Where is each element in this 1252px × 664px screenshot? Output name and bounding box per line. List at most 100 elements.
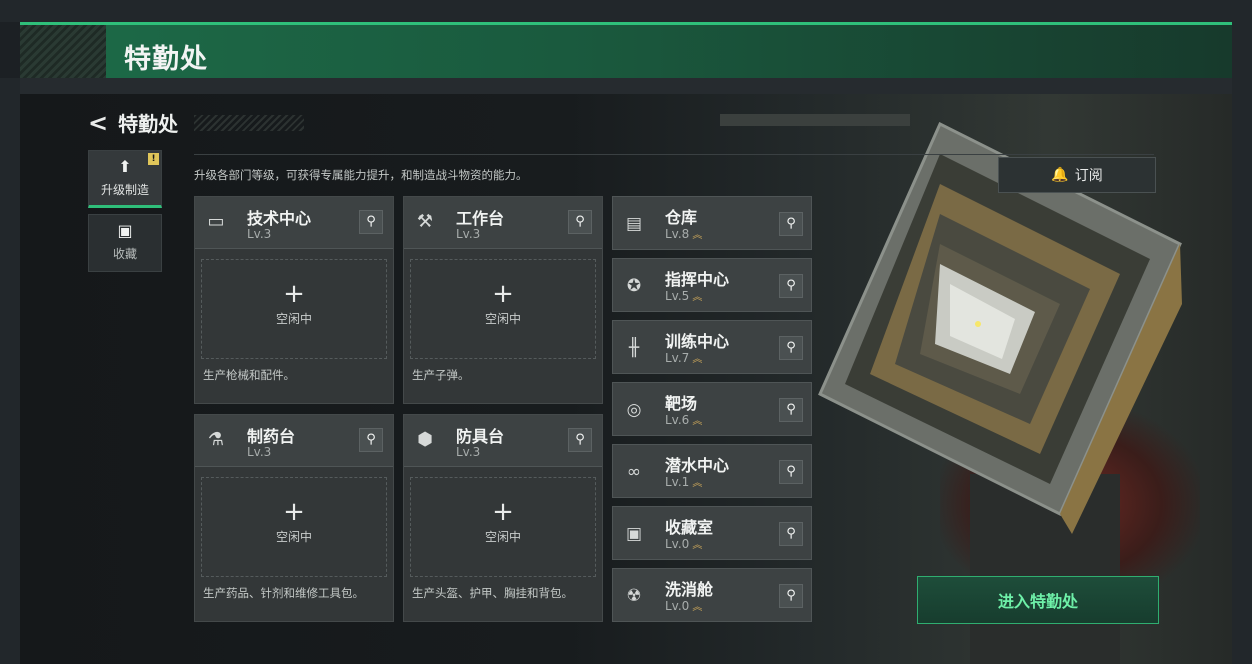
facility-name: 训练中心: [665, 332, 730, 351]
card-header[interactable]: ⚗ 制药台 Lv.3 ⚲: [195, 415, 393, 467]
header-rule: [194, 154, 1154, 155]
plus-icon: +: [492, 497, 514, 527]
card-description: 生产药品、针剂和维修工具包。: [203, 586, 364, 600]
search-icon[interactable]: ⚲: [779, 336, 803, 360]
window-left-frame: [0, 78, 20, 664]
facility-shooting-range[interactable]: ◎ 靶场 Lv.6 ︽ ⚲: [612, 382, 812, 436]
search-icon[interactable]: ⚲: [779, 274, 803, 298]
facility-level: Lv.1: [665, 475, 690, 489]
radiation-icon: ☢: [626, 586, 642, 606]
card-name: 制药台: [247, 427, 296, 446]
facility-level: Lv.7: [665, 351, 690, 365]
subscribe-button[interactable]: 🔔 订阅: [998, 157, 1156, 193]
facility-warehouse[interactable]: ▤ 仓库 Lv.8 ︽ ⚲: [612, 196, 812, 250]
subscribe-label: 订阅: [1074, 168, 1103, 184]
facility-name: 收藏室: [665, 518, 714, 537]
facility-command-center[interactable]: ✪ 指挥中心 Lv.5 ︽ ⚲: [612, 258, 812, 312]
facility-training-center[interactable]: ╫ 训练中心 Lv.7 ︽ ⚲: [612, 320, 812, 374]
tab-collection[interactable]: ▣ 收藏: [88, 214, 162, 272]
facility-level: Lv.0: [665, 537, 690, 551]
idle-slot[interactable]: + 空闲中: [201, 259, 387, 359]
microscope-icon: ⚗: [207, 429, 225, 450]
alert-badge: !: [148, 153, 159, 165]
idle-status: 空闲中: [275, 530, 312, 544]
command-icon: ✪: [626, 276, 642, 296]
plus-icon: +: [283, 497, 305, 527]
back-label: 特勤处: [118, 112, 179, 136]
facility-level: Lv.6: [665, 413, 690, 427]
facility-level: Lv.8: [665, 227, 690, 241]
facility-name: 仓库: [665, 208, 698, 227]
tools-icon: ⚒: [416, 211, 434, 232]
search-icon[interactable]: ⚲: [779, 522, 803, 546]
plus-icon: +: [283, 279, 305, 309]
search-icon[interactable]: ⚲: [779, 398, 803, 422]
dumbbell-icon: ╫: [628, 338, 640, 358]
section-description: 升级各部门等级，可获得专属能力提升，和制造战斗物资的能力。: [194, 168, 528, 182]
window-right-frame: [1232, 0, 1252, 664]
search-icon[interactable]: ⚲: [568, 210, 592, 234]
warehouse-icon: ▤: [625, 214, 643, 234]
card-name: 技术中心: [247, 209, 312, 228]
title-bar: 特勤处: [20, 22, 1232, 78]
facility-level-row: Lv.5 ︽: [665, 288, 702, 303]
card-level: Lv.3: [247, 227, 272, 241]
workstation-card-tech-center: ▭ 技术中心 Lv.3 ⚲ + 空闲中 生产枪械和配件。: [194, 196, 394, 404]
display-case-icon: ▣: [625, 524, 643, 544]
card-header[interactable]: ⬢ 防具台 Lv.3 ⚲: [404, 415, 602, 467]
facility-level: Lv.5: [665, 289, 690, 303]
search-icon[interactable]: ⚲: [779, 460, 803, 484]
enter-special-ops-button[interactable]: 进入特勤处: [917, 576, 1159, 624]
card-level: Lv.3: [247, 445, 272, 459]
upgrade-chevron-icon: ︽: [692, 230, 703, 241]
armor-icon: ⬢: [417, 429, 433, 450]
search-icon[interactable]: ⚲: [359, 428, 383, 452]
upgrade-chevron-icon: ︽: [692, 416, 703, 427]
facility-level-row: Lv.1 ︽: [665, 474, 702, 489]
monitor-icon: ▭: [207, 211, 225, 232]
page-title: 特勤处: [124, 44, 208, 75]
card-header[interactable]: ⚒ 工作台 Lv.3 ⚲: [404, 197, 602, 249]
upgrade-chevron-icon: ︽: [692, 540, 703, 551]
search-icon[interactable]: ⚲: [779, 584, 803, 608]
collection-icon: ▣: [117, 221, 133, 240]
idle-status: 空闲中: [484, 530, 521, 544]
tab-label: 升级制造: [100, 183, 149, 197]
title-hatch: [20, 25, 106, 78]
search-icon[interactable]: ⚲: [779, 212, 803, 236]
upgrade-chevron-icon: ︽: [692, 602, 703, 613]
facility-level-row: Lv.7 ︽: [665, 350, 702, 365]
header-separator: [20, 78, 1232, 94]
facility-decontamination[interactable]: ☢ 洗消舱 Lv.0 ︽ ⚲: [612, 568, 812, 622]
main-content: < 特勤处 ! ⬆ 升级制造 ▣ 收藏 升级各部门等级，可获得专属能力提升，和制…: [20, 94, 1232, 664]
back-hatch: [194, 114, 305, 131]
idle-slot[interactable]: + 空闲中: [410, 477, 596, 577]
tab-upgrade-manufacture[interactable]: ! ⬆ 升级制造: [88, 150, 162, 208]
card-description: 生产子弹。: [412, 368, 470, 382]
facility-level-row: Lv.0 ︽: [665, 536, 702, 551]
card-header[interactable]: ▭ 技术中心 Lv.3 ⚲: [195, 197, 393, 249]
facility-collection-room[interactable]: ▣ 收藏室 Lv.0 ︽ ⚲: [612, 506, 812, 560]
facility-level-row: Lv.0 ︽: [665, 598, 702, 613]
search-icon[interactable]: ⚲: [568, 428, 592, 452]
card-level: Lv.3: [456, 445, 481, 459]
idle-status: 空闲中: [275, 312, 312, 326]
facility-diving-center[interactable]: ∞ 潜水中心 Lv.1 ︽ ⚲: [612, 444, 812, 498]
goggles-icon: ∞: [626, 462, 642, 482]
back-button[interactable]: < 特勤处: [88, 108, 305, 137]
idle-slot[interactable]: + 空闲中: [410, 259, 596, 359]
workstation-card-workbench: ⚒ 工作台 Lv.3 ⚲ + 空闲中 生产子弹。: [403, 196, 603, 404]
facility-name: 潜水中心: [665, 456, 730, 475]
idle-status: 空闲中: [484, 312, 521, 326]
back-arrow-icon: <: [88, 108, 109, 137]
upgrade-chevron-icon: ︽: [692, 292, 703, 303]
tab-label: 收藏: [112, 247, 137, 261]
workstation-card-armor: ⬢ 防具台 Lv.3 ⚲ + 空闲中 生产头盔、护甲、胸挂和背包。: [403, 414, 603, 622]
facility-name: 洗消舱: [665, 580, 714, 599]
card-level: Lv.3: [456, 227, 481, 241]
bell-icon: 🔔: [1051, 167, 1069, 183]
upgrade-chevron-icon: ︽: [692, 478, 703, 489]
idle-slot[interactable]: + 空闲中: [201, 477, 387, 577]
search-icon[interactable]: ⚲: [359, 210, 383, 234]
target-icon: ◎: [626, 400, 642, 420]
